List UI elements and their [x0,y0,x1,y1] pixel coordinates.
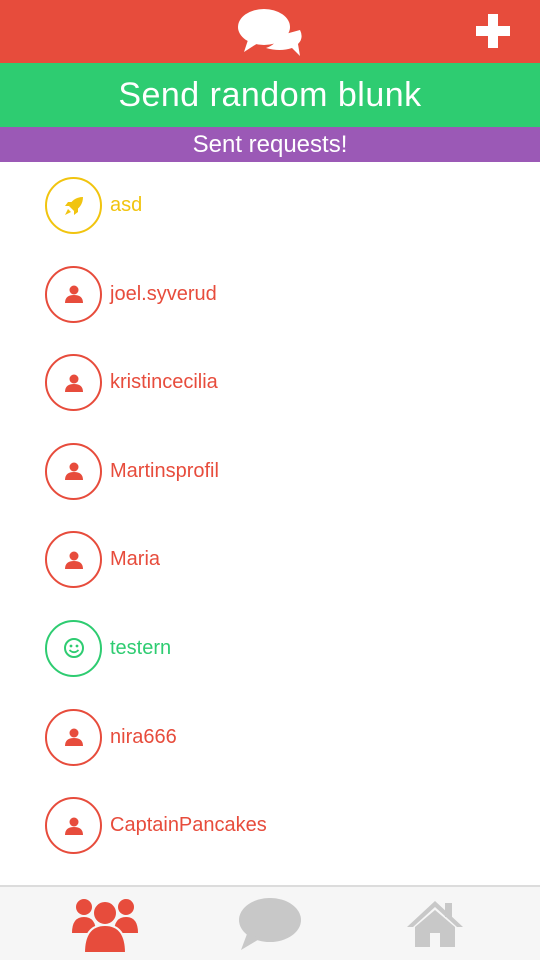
contact-name: nira666 [110,725,177,748]
contact-row[interactable]: nira666 [0,694,540,783]
tab-chats[interactable] [180,887,360,960]
contact-name: CaptainPancakes [110,814,267,837]
contact-name: asd [110,194,143,216]
user-icon [64,373,84,393]
contact-row[interactable]: Maria [0,516,540,605]
chat-bubbles-icon [238,9,302,56]
tab-home[interactable] [345,887,525,960]
chat-icon [239,897,301,950]
bottom-nav [0,885,540,960]
send-random-blunk-button[interactable]: Send random blunk [0,63,540,127]
sent-requests-label: Sent requests! [192,130,348,158]
user-icon [64,550,84,570]
contact-avatar [45,797,102,855]
user-icon [64,727,84,747]
tab-friends[interactable] [15,887,195,960]
contact-row[interactable]: kristincecilia [0,339,540,428]
contact-row[interactable]: joel.syverud [0,251,540,340]
user-icon [64,461,84,481]
contact-list: asd joel.syverud kristincecilia Martinsprof… [0,162,540,871]
home-icon [407,900,463,947]
contact-name: Martinsprofil [110,459,219,482]
user-icon [64,816,84,836]
contact-avatar [45,708,102,766]
user-icon [64,284,84,304]
contact-avatar [45,177,102,234]
contact-avatar [45,265,102,323]
contact-row[interactable]: CaptainPancakes [0,782,540,871]
contact-row[interactable]: asd [0,162,540,251]
rocket-icon [63,195,85,217]
contact-avatar [45,619,102,677]
contact-avatar [45,531,102,589]
contact-name: joel.syverud [110,282,217,305]
top-bar [0,0,540,63]
contact-name: Maria [110,548,161,571]
send-random-blunk-label: Send random blunk [118,75,422,114]
contact-name: kristincecilia [110,371,218,394]
contact-avatar [45,442,102,500]
smiley-icon [63,637,85,659]
contact-row[interactable]: Martinsprofil [0,428,540,517]
sent-requests-banner[interactable]: Sent requests! [0,127,540,162]
add-contact-button[interactable] [474,12,512,50]
contact-avatar [45,354,102,412]
contact-name: testern [110,636,172,659]
contact-row[interactable]: testern [0,605,540,694]
group-icon [72,898,138,954]
